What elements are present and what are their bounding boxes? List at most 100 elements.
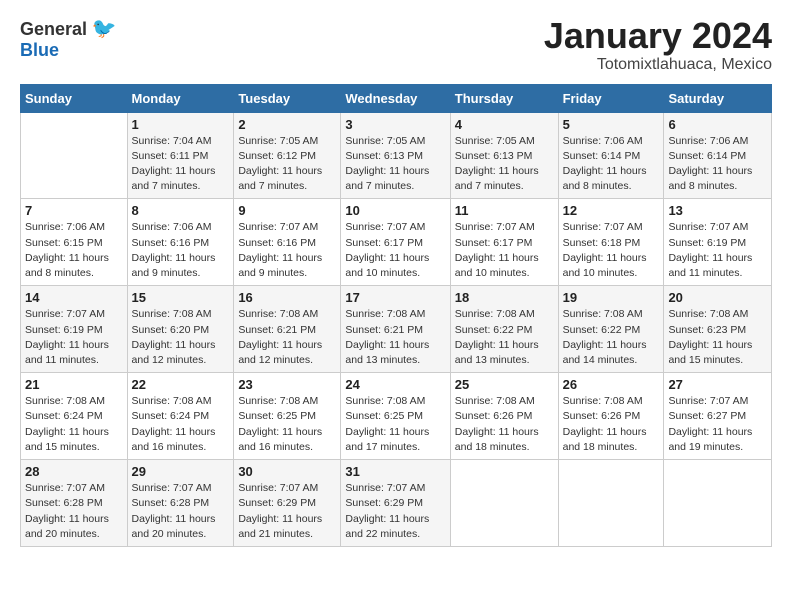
day-info: Sunrise: 7:08 AMSunset: 6:20 PMDaylight:…: [132, 307, 230, 368]
day-info: Sunrise: 7:08 AMSunset: 6:21 PMDaylight:…: [238, 307, 336, 368]
calendar-week-1: 1 Sunrise: 7:04 AMSunset: 6:11 PMDaylight…: [21, 112, 772, 199]
day-number: 26: [563, 377, 660, 392]
day-number: 29: [132, 464, 230, 479]
logo: General 🐦 Blue: [20, 16, 116, 61]
day-info: Sunrise: 7:08 AMSunset: 6:25 PMDaylight:…: [238, 394, 336, 455]
day-number: 4: [455, 117, 554, 132]
calendar-cell: 11 Sunrise: 7:07 AMSunset: 6:17 PMDayligh…: [450, 199, 558, 286]
calendar-week-2: 7Sunrise: 7:06 AMSunset: 6:15 PMDaylight…: [21, 199, 772, 286]
col-sunday: Sunday: [21, 84, 128, 112]
col-monday: Monday: [127, 84, 234, 112]
day-number: 23: [238, 377, 336, 392]
calendar-cell: 17 Sunrise: 7:08 AMSunset: 6:21 PMDayligh…: [341, 286, 450, 373]
day-number: 25: [455, 377, 554, 392]
calendar-cell: [450, 460, 558, 547]
day-number: 17: [345, 290, 445, 305]
day-info: Sunrise: 7:07 AMSunset: 6:28 PMDaylight:…: [25, 481, 123, 542]
day-number: 15: [132, 290, 230, 305]
calendar-cell: 12Sunrise: 7:07 AMSunset: 6:18 PMDayligh…: [558, 199, 664, 286]
col-wednesday: Wednesday: [341, 84, 450, 112]
calendar-cell: 16 Sunrise: 7:08 AMSunset: 6:21 PMDayligh…: [234, 286, 341, 373]
calendar-location: Totomixtlahuaca, Mexico: [544, 56, 772, 74]
calendar-cell: 13Sunrise: 7:07 AMSunset: 6:19 PMDayligh…: [664, 199, 772, 286]
day-info: Sunrise: 7:08 AMSunset: 6:24 PMDaylight:…: [25, 394, 123, 455]
calendar-cell: 7Sunrise: 7:06 AMSunset: 6:15 PMDaylight…: [21, 199, 128, 286]
day-info: Sunrise: 7:07 AMSunset: 6:17 PMDaylight:…: [345, 220, 445, 281]
day-number: 30: [238, 464, 336, 479]
day-info: Sunrise: 7:07 AMSunset: 6:28 PMDaylight:…: [132, 481, 230, 542]
col-thursday: Thursday: [450, 84, 558, 112]
header-row: Sunday Monday Tuesday Wednesday Thursday…: [21, 84, 772, 112]
day-info: Sunrise: 7:07 AMSunset: 6:19 PMDaylight:…: [25, 307, 123, 368]
day-number: 10: [345, 203, 445, 218]
calendar-week-4: 21Sunrise: 7:08 AMSunset: 6:24 PMDayligh…: [21, 373, 772, 460]
day-number: 31: [345, 464, 445, 479]
calendar-cell: 31 Sunrise: 7:07 AMSunset: 6:29 PMDayligh…: [341, 460, 450, 547]
day-info: Sunrise: 7:07 AMSunset: 6:16 PMDaylight:…: [238, 220, 336, 281]
day-info: Sunrise: 7:08 AMSunset: 6:26 PMDaylight:…: [455, 394, 554, 455]
day-info: Sunrise: 7:04 AMSunset: 6:11 PMDaylight:…: [132, 134, 230, 195]
day-number: 14: [25, 290, 123, 305]
calendar-cell: 4 Sunrise: 7:05 AMSunset: 6:13 PMDaylight…: [450, 112, 558, 199]
day-number: 20: [668, 290, 767, 305]
day-info: Sunrise: 7:06 AMSunset: 6:16 PMDaylight:…: [132, 220, 230, 281]
day-number: 5: [563, 117, 660, 132]
calendar-cell: 2Sunrise: 7:05 AMSunset: 6:12 PMDaylight…: [234, 112, 341, 199]
calendar-cell: 26 Sunrise: 7:08 AMSunset: 6:26 PMDayligh…: [558, 373, 664, 460]
day-info: Sunrise: 7:05 AMSunset: 6:13 PMDaylight:…: [455, 134, 554, 195]
calendar-cell: 29 Sunrise: 7:07 AMSunset: 6:28 PMDayligh…: [127, 460, 234, 547]
col-tuesday: Tuesday: [234, 84, 341, 112]
calendar-cell: 27Sunrise: 7:07 AMSunset: 6:27 PMDayligh…: [664, 373, 772, 460]
page: General 🐦 Blue January 2024 Totomixtlahu…: [0, 0, 792, 612]
day-info: Sunrise: 7:08 AMSunset: 6:23 PMDaylight:…: [668, 307, 767, 368]
logo-general-text: General: [20, 19, 87, 39]
day-number: 11: [455, 203, 554, 218]
day-info: Sunrise: 7:05 AMSunset: 6:13 PMDaylight:…: [345, 134, 445, 195]
calendar-cell: 3 Sunrise: 7:05 AMSunset: 6:13 PMDaylight…: [341, 112, 450, 199]
calendar-week-3: 14 Sunrise: 7:07 AMSunset: 6:19 PMDayligh…: [21, 286, 772, 373]
calendar-cell: [664, 460, 772, 547]
day-number: 16: [238, 290, 336, 305]
day-number: 19: [563, 290, 660, 305]
title-block: January 2024 Totomixtlahuaca, Mexico: [544, 16, 772, 74]
day-info: Sunrise: 7:08 AMSunset: 6:26 PMDaylight:…: [563, 394, 660, 455]
calendar-cell: [21, 112, 128, 199]
day-info: Sunrise: 7:08 AMSunset: 6:24 PMDaylight:…: [132, 394, 230, 455]
day-number: 7: [25, 203, 123, 218]
calendar-cell: 6Sunrise: 7:06 AMSunset: 6:14 PMDaylight…: [664, 112, 772, 199]
day-number: 24: [345, 377, 445, 392]
day-number: 8: [132, 203, 230, 218]
header: General 🐦 Blue January 2024 Totomixtlahu…: [20, 16, 772, 74]
col-saturday: Saturday: [664, 84, 772, 112]
day-number: 22: [132, 377, 230, 392]
calendar-title: January 2024: [544, 16, 772, 56]
day-info: Sunrise: 7:07 AMSunset: 6:29 PMDaylight:…: [345, 481, 445, 542]
day-info: Sunrise: 7:07 AMSunset: 6:18 PMDaylight:…: [563, 220, 660, 281]
calendar-cell: 5Sunrise: 7:06 AMSunset: 6:14 PMDaylight…: [558, 112, 664, 199]
day-number: 28: [25, 464, 123, 479]
day-info: Sunrise: 7:08 AMSunset: 6:22 PMDaylight:…: [563, 307, 660, 368]
calendar-cell: 15 Sunrise: 7:08 AMSunset: 6:20 PMDayligh…: [127, 286, 234, 373]
day-info: Sunrise: 7:07 AMSunset: 6:27 PMDaylight:…: [668, 394, 767, 455]
calendar-cell: 19 Sunrise: 7:08 AMSunset: 6:22 PMDayligh…: [558, 286, 664, 373]
calendar-cell: 10 Sunrise: 7:07 AMSunset: 6:17 PMDayligh…: [341, 199, 450, 286]
calendar-cell: 20 Sunrise: 7:08 AMSunset: 6:23 PMDayligh…: [664, 286, 772, 373]
day-number: 9: [238, 203, 336, 218]
day-info: Sunrise: 7:07 AMSunset: 6:17 PMDaylight:…: [455, 220, 554, 281]
calendar-cell: 21Sunrise: 7:08 AMSunset: 6:24 PMDayligh…: [21, 373, 128, 460]
day-number: 3: [345, 117, 445, 132]
col-friday: Friday: [558, 84, 664, 112]
calendar-cell: 28 Sunrise: 7:07 AMSunset: 6:28 PMDayligh…: [21, 460, 128, 547]
calendar-cell: 1 Sunrise: 7:04 AMSunset: 6:11 PMDaylight…: [127, 112, 234, 199]
day-info: Sunrise: 7:07 AMSunset: 6:29 PMDaylight:…: [238, 481, 336, 542]
day-number: 1: [132, 117, 230, 132]
day-number: 2: [238, 117, 336, 132]
calendar-cell: 8 Sunrise: 7:06 AMSunset: 6:16 PMDaylight…: [127, 199, 234, 286]
day-info: Sunrise: 7:08 AMSunset: 6:21 PMDaylight:…: [345, 307, 445, 368]
calendar-cell: 22 Sunrise: 7:08 AMSunset: 6:24 PMDayligh…: [127, 373, 234, 460]
day-number: 6: [668, 117, 767, 132]
calendar-cell: 24Sunrise: 7:08 AMSunset: 6:25 PMDayligh…: [341, 373, 450, 460]
calendar-cell: [558, 460, 664, 547]
calendar-cell: 25 Sunrise: 7:08 AMSunset: 6:26 PMDayligh…: [450, 373, 558, 460]
day-info: Sunrise: 7:07 AMSunset: 6:19 PMDaylight:…: [668, 220, 767, 281]
